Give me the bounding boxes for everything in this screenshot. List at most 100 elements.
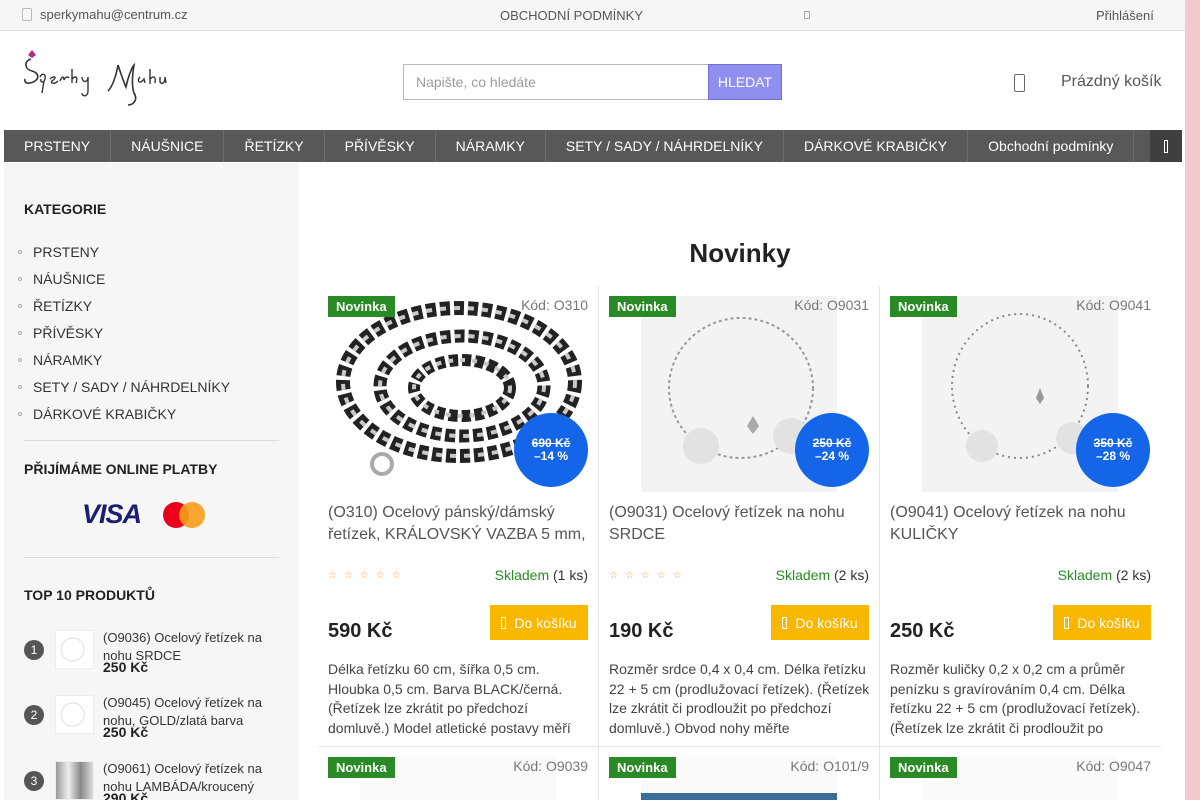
add-to-cart-label: Do košíku [1077, 614, 1140, 631]
stock-label: Skladem [775, 567, 831, 583]
language-icon[interactable] [804, 11, 810, 19]
nav-more-button[interactable] [1150, 130, 1182, 162]
nav-item-retizky[interactable]: ŘETÍZKY [224, 130, 325, 162]
add-to-cart-label: Do košíku [795, 614, 858, 631]
top-product-item[interactable]: 2 (O9045) Ocelový řetízek na nohu, GOLD/… [24, 694, 284, 752]
new-badge: Novinka [890, 757, 957, 778]
category-item[interactable]: PŘÍVĚSKY [18, 320, 230, 347]
nav-item-prsteny[interactable]: PRSTENY [4, 130, 112, 162]
category-item[interactable]: ŘETÍZKY [18, 293, 230, 320]
category-item[interactable]: DÁRKOVÉ KRABIČKY [18, 400, 230, 427]
new-badge: Novinka [890, 296, 957, 317]
category-label: NÁRAMKY [33, 352, 103, 368]
page-background-edge [1185, 0, 1200, 800]
divider [24, 440, 279, 441]
category-label: PŘÍVĚSKY [33, 325, 104, 342]
cart-icon[interactable] [1014, 74, 1025, 92]
stock-quantity: (1 ks) [553, 567, 588, 583]
category-item[interactable]: NÁRAMKY [18, 347, 230, 374]
terms-link[interactable]: OBCHODNÍ PODMÍNKY [500, 8, 643, 23]
rank-badge: 3 [24, 771, 44, 791]
envelope-icon [22, 8, 32, 21]
new-badge: Novinka [609, 296, 676, 317]
cart-label[interactable]: Prázdný košík [1061, 73, 1161, 91]
sidebar: KATEGORIE PRSTENY NÁUŠNICE ŘETÍZKY PŘÍVĚ… [4, 163, 299, 800]
add-to-cart-button[interactable]: Do košíku [1053, 605, 1151, 640]
product-thumbnail [55, 630, 94, 669]
menu-icon [1164, 139, 1168, 153]
category-label: NÁUŠNICE [33, 271, 106, 288]
bullet-icon [18, 277, 22, 282]
mastercard-logo [163, 501, 207, 529]
new-badge: Novinka [328, 757, 395, 778]
stock-quantity: (2 ks) [1116, 567, 1151, 583]
cart-icon [1064, 616, 1070, 629]
bullet-icon [18, 384, 22, 389]
categories-title: KATEGORIE [24, 201, 107, 217]
product-price: 590 Kč [328, 620, 393, 642]
product-price: 250 Kč [890, 620, 955, 642]
product-title[interactable]: (O9041) Ocelový řetízek na nohu KULIČKY [890, 502, 1152, 546]
site-logo[interactable] [22, 47, 192, 111]
product-description: Délka řetízku 60 cm, šířka 0,5 cm. Hloub… [328, 661, 571, 736]
product-code: Kód: O9031 [794, 297, 869, 313]
product-card: Novinka Kód: O310 690 Kč –14 % (O310) Oc… [318, 286, 599, 747]
rating-stars: ☆☆☆☆☆ [328, 570, 408, 581]
product-thumbnail [55, 695, 94, 734]
search-input[interactable] [403, 64, 708, 100]
email-text: sperkymahu@centrum.cz [40, 7, 188, 22]
rank-badge: 1 [24, 640, 44, 660]
rating-stars: ☆☆☆☆☆ [609, 570, 689, 581]
top-product-price: 290 Kč [103, 790, 149, 800]
nav-item-nausnice[interactable]: NÁUŠNICE [111, 130, 225, 162]
product-description: Rozměr srdce 0,4 x 0,4 cm. Délka řetízku… [609, 661, 870, 736]
discount-percent: –14 % [533, 449, 569, 463]
discount-percent: –24 % [814, 449, 850, 463]
product-description: Rozměr kuličky 0,2 x 0,2 cm a průměr pen… [890, 661, 1141, 736]
bullet-icon [18, 331, 22, 336]
nav-item-privesky[interactable]: PŘÍVĚSKY [325, 130, 436, 162]
add-to-cart-button[interactable]: Do košíku [490, 605, 588, 640]
category-item[interactable]: NÁUŠNICE [18, 266, 230, 293]
cart-icon [782, 616, 788, 629]
discount-badge: 350 Kč –28 % [1076, 413, 1150, 487]
discount-badge: 250 Kč –24 % [795, 413, 869, 487]
page: sperkymahu@centrum.cz OBCHODNÍ PODMÍNKY … [0, 0, 1185, 800]
nav-item-sety[interactable]: SETY / SADY / NÁHRDELNÍKY [546, 130, 784, 162]
main-nav: PRSTENY NÁUŠNICE ŘETÍZKY PŘÍVĚSKY NÁRAMK… [4, 130, 1182, 162]
top-product-item[interactable]: 1 (O9036) Ocelový řetízek na nohu SRDCE … [24, 629, 284, 687]
discount-badge: 690 Kč –14 % [514, 413, 588, 487]
category-item[interactable]: SETY / SADY / NÁHRDELNÍKY [18, 373, 230, 400]
nav-item-darkove-krabicky[interactable]: DÁRKOVÉ KRABIČKY [784, 130, 969, 162]
product-card: Novinka Kód: O101/9 [599, 747, 880, 800]
category-item[interactable]: PRSTENY [18, 239, 230, 266]
product-title[interactable]: (O310) Ocelový pánský/dámský řetízek, KR… [328, 502, 590, 546]
rank-badge: 2 [24, 705, 44, 725]
search-button[interactable]: HLEDAT [708, 64, 782, 100]
nav-item-naramky[interactable]: NÁRAMKY [436, 130, 546, 162]
login-link[interactable]: Přihlášení [1096, 8, 1154, 23]
stock-status: Skladem (2 ks) [776, 567, 869, 583]
product-card: Novinka Kód: O9039 [318, 747, 599, 800]
stock-status: Skladem (1 ks) [495, 567, 588, 583]
product-code: Kód: O9039 [513, 758, 588, 774]
visa-logo: VISA [82, 499, 142, 529]
bullet-icon [18, 411, 22, 416]
discount-percent: –28 % [1095, 449, 1131, 463]
payments-title: PŘIJÍMÁME ONLINE PLATBY [24, 461, 218, 477]
product-thumbnail [55, 761, 94, 800]
category-label: ŘETÍZKY [33, 298, 93, 315]
product-card: Novinka Kód: O9047 [880, 747, 1161, 800]
top-product-item[interactable]: 3 (O9061) Ocelový řetízek na nohu LAMBÁD… [24, 760, 284, 800]
email-link[interactable]: sperkymahu@centrum.cz [22, 7, 188, 22]
add-to-cart-button[interactable]: Do košíku [771, 605, 869, 640]
top-product-price: 250 Kč [103, 659, 149, 675]
product-card: Novinka Kód: O9041 350 Kč –28 % (O9041) … [880, 286, 1161, 747]
payment-logos: VISA [82, 499, 207, 530]
stock-status: Skladem (2 ks) [1058, 567, 1151, 583]
nav-item-obchodni-podminky[interactable]: Obchodní podmínky [968, 130, 1135, 162]
product-title[interactable]: (O9031) Ocelový řetízek na nohu SRDCE [609, 502, 871, 546]
top-product-price: 250 Kč [103, 724, 149, 740]
search-form: HLEDAT [403, 64, 782, 100]
add-to-cart-label: Do košíku [514, 614, 577, 631]
